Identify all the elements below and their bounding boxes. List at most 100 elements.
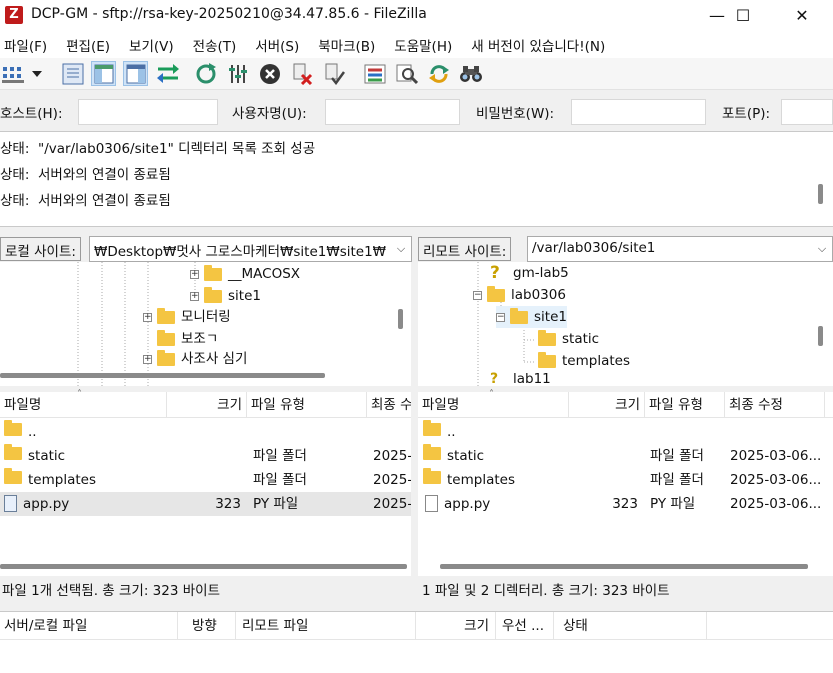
menu-new-version[interactable]: 새 버전이 있습니다!(N) — [467, 35, 605, 55]
file-row[interactable]: static 파일 폴더 2025-03-06... — [418, 444, 833, 468]
menu-bookmarks[interactable]: 북마크(B) — [314, 35, 375, 55]
expand-icon[interactable]: + — [143, 312, 152, 322]
column-header-status[interactable]: 상태 — [554, 612, 707, 640]
tree-node-label: gm-lab5 — [513, 265, 569, 281]
file-row-selected[interactable]: app.py 323 PY 파일 2025- — [0, 492, 411, 516]
file-row[interactable]: .. — [0, 420, 411, 444]
remote-tree-vscrollbar-thumb[interactable] — [818, 326, 823, 346]
remote-status: 1 파일 및 2 디렉터리. 총 크기: 323 바이트 — [418, 578, 833, 604]
column-header-priority[interactable]: 우선 ... — [496, 612, 554, 640]
tree-node[interactable]: 보조ㄱ — [157, 328, 218, 350]
folder-icon — [423, 420, 441, 436]
local-path-combo[interactable]: ₩Desktop₩멋사 그로스마케터₩site1₩site1₩ ⌵ — [89, 236, 412, 262]
local-tree-hscrollbar-thumb[interactable] — [0, 373, 325, 378]
column-header-type[interactable]: 파일 유형 — [645, 392, 725, 418]
folder-icon — [538, 351, 556, 368]
toggle-message-log-icon[interactable] — [60, 61, 85, 86]
tree-node[interactable]: + site1 — [190, 285, 261, 307]
synchronized-browsing-icon[interactable] — [426, 61, 451, 86]
site-manager-dropdown-icon[interactable] — [30, 61, 44, 86]
chevron-down-icon[interactable]: ⌵ — [394, 242, 408, 256]
file-row[interactable]: templates 파일 폴더 2025-03-06... — [418, 468, 833, 492]
toggle-local-tree-icon[interactable] — [91, 61, 116, 86]
column-header-type[interactable]: 파일 유형 — [247, 392, 367, 418]
file-row[interactable]: .. — [418, 420, 833, 444]
compare-directories-icon[interactable] — [394, 61, 419, 86]
folder-icon — [423, 444, 441, 460]
password-input[interactable] — [571, 99, 706, 125]
tree-node[interactable]: + __MACOSX — [190, 263, 300, 285]
chevron-down-icon[interactable]: ⌵ — [815, 242, 829, 256]
file-type: 파일 폴더 — [253, 472, 307, 488]
local-tree-vscrollbar-thumb[interactable] — [398, 309, 403, 329]
menu-file[interactable]: 파일(F) — [0, 35, 47, 55]
tree-node[interactable]: − lab0306 — [473, 284, 566, 306]
menu-transfer[interactable]: 전송(T) — [189, 35, 237, 55]
directory-listing-filter-icon[interactable] — [362, 61, 387, 86]
reconnect-icon[interactable] — [321, 61, 346, 86]
site-manager-icon[interactable] — [1, 61, 29, 86]
expand-icon[interactable]: + — [143, 354, 152, 364]
column-header-modified[interactable]: 최종 수정 — [725, 392, 825, 418]
collapse-icon[interactable]: − — [496, 312, 505, 322]
column-header-filename[interactable]: 파일명 — [0, 392, 167, 418]
menu-server[interactable]: 서버(S) — [251, 35, 299, 55]
tree-node-label: static — [562, 331, 600, 347]
host-input[interactable] — [78, 99, 218, 125]
file-row[interactable]: app.py 323 PY 파일 2025-03-06... — [418, 492, 833, 516]
disconnect-icon[interactable] — [289, 61, 314, 86]
log-scrollbar-thumb[interactable] — [818, 184, 823, 204]
tree-node[interactable]: static — [538, 328, 599, 350]
file-type: PY 파일 — [650, 496, 696, 512]
close-button[interactable]: ✕ — [779, 0, 825, 31]
expand-icon[interactable]: + — [190, 269, 199, 279]
quickconnect-bar: 호스트(H): 사용자명(U): 비밀번호(W): 포트(P): — [0, 90, 833, 132]
toggle-transfer-queue-icon[interactable] — [155, 61, 180, 86]
tree-node[interactable]: ? gm-lab5 — [490, 262, 569, 284]
transfer-queue[interactable]: 서버/로컬 파일 방향 리모트 파일 크기 우선 ... 상태 — [0, 611, 833, 673]
folder-icon — [157, 350, 175, 366]
sort-up-icon: ˄ — [489, 389, 494, 400]
tree-node-selected[interactable]: − site1 — [496, 306, 567, 328]
tree-node[interactable]: templates — [538, 350, 630, 372]
remote-path-combo[interactable]: /var/lab0306/site1 ⌵ — [527, 236, 833, 262]
local-list-hscrollbar-thumb[interactable] — [0, 564, 407, 569]
tree-node[interactable]: + 사조사 심기 — [143, 350, 247, 368]
column-header-modified[interactable]: 최종 수 — [367, 392, 411, 418]
port-input[interactable] — [781, 99, 833, 125]
column-header-size[interactable]: 크기 — [167, 392, 247, 418]
tree-node-label: 사조사 심기 — [181, 351, 248, 367]
remote-directory-tree[interactable]: ? gm-lab5 − lab0306 − site1 static template… — [418, 262, 833, 386]
tree-node[interactable]: ? lab11 — [490, 372, 551, 386]
search-remote-files-icon[interactable] — [458, 61, 483, 86]
column-header-direction[interactable]: 방향 — [178, 612, 236, 640]
menu-help[interactable]: 도움말(H) — [390, 35, 452, 55]
file-row[interactable]: templates 파일 폴더 2025- — [0, 468, 411, 492]
tree-node[interactable]: + 모니터링 — [143, 306, 231, 328]
file-row[interactable]: static 파일 폴더 2025- — [0, 444, 411, 468]
column-header-size[interactable]: 크기 — [416, 612, 496, 640]
toggle-remote-tree-icon[interactable] — [123, 61, 148, 86]
tree-node-label: lab11 — [513, 372, 551, 386]
refresh-icon[interactable] — [193, 61, 218, 86]
tree-node-label: site1 — [228, 288, 261, 304]
collapse-icon[interactable]: − — [473, 290, 482, 300]
maximize-button[interactable]: ☐ — [720, 0, 766, 31]
menu-view[interactable]: 보기(V) — [125, 35, 174, 55]
expand-icon[interactable]: + — [190, 291, 199, 301]
column-header-server-local-file[interactable]: 서버/로컬 파일 — [0, 612, 178, 640]
column-header-remote-file[interactable]: 리모트 파일 — [236, 612, 416, 640]
message-log[interactable]: 상태: "/var/lab0306/site1" 디렉터리 목록 조회 성공 상… — [0, 132, 833, 227]
process-queue-icon[interactable] — [225, 61, 250, 86]
remote-file-list[interactable]: 파일명 ˄ 크기 파일 유형 최종 수정 .. static 파일 폴더 202… — [418, 389, 833, 576]
menu-edit[interactable]: 편집(E) — [62, 35, 110, 55]
folder-icon — [204, 286, 222, 303]
tree-node-label: 보조ㄱ — [181, 331, 219, 347]
file-icon — [425, 494, 438, 512]
username-input[interactable] — [325, 99, 460, 125]
remote-list-hscrollbar-thumb[interactable] — [440, 564, 808, 569]
column-header-size[interactable]: 크기 — [569, 392, 645, 418]
local-file-list[interactable]: 파일명 ˄ 크기 파일 유형 최종 수 .. static 파일 폴더 2025… — [0, 389, 411, 576]
local-directory-tree[interactable]: + __MACOSX + site1 + 모니터링 보조ㄱ + 사조사 심기 — [0, 262, 411, 386]
cancel-operation-icon[interactable] — [257, 61, 282, 86]
